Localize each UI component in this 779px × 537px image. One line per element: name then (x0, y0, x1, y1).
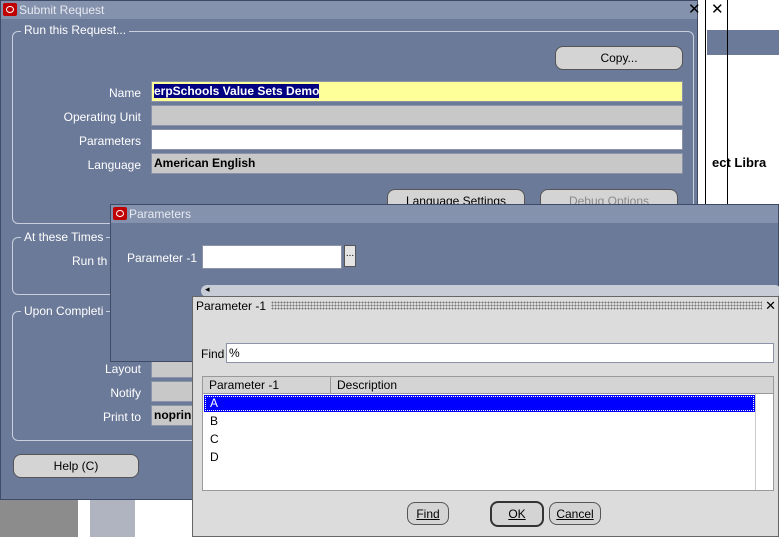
find-input[interactable]: % (226, 343, 774, 363)
help-button[interactable]: Help (C) (13, 454, 139, 478)
column-divider (330, 377, 331, 394)
lov-title: Parameter -1 (196, 299, 267, 313)
background-divider (705, 0, 706, 215)
upon-completion-title: Upon Completi (21, 304, 107, 318)
submit-request-titlebar: Submit Request (1, 1, 697, 19)
lov-results-table: Parameter -1 Description A B C D (202, 376, 774, 491)
lov-dialog: Parameter -1 ✕ Find % Parameter -1 Descr… (192, 296, 779, 537)
parameters-field[interactable] (151, 129, 683, 150)
ok-button[interactable]: OK (490, 501, 544, 527)
lov-titlebar: Parameter -1 ✕ (193, 297, 778, 315)
column-header-parameter[interactable]: Parameter -1 (209, 378, 279, 392)
parameters-label: Parameters (78, 134, 141, 148)
oracle-icon (3, 3, 17, 16)
titlebar-pattern (271, 301, 762, 310)
close-icon[interactable]: ✕ (688, 2, 701, 17)
vertical-scrollbar[interactable] (755, 394, 773, 490)
language-label: Language (87, 158, 141, 172)
lov-button[interactable]: ... (344, 245, 356, 267)
parameter-1-field[interactable] (202, 245, 342, 269)
table-row[interactable]: A (204, 395, 755, 412)
close-icon[interactable]: ✕ (765, 298, 776, 313)
parameters-titlebar: Parameters (111, 205, 778, 223)
scroll-left-icon[interactable]: ◂ (205, 284, 210, 295)
language-field[interactable]: American English (151, 153, 683, 174)
cancel-button[interactable]: Cancel (549, 502, 601, 525)
run-label: Run th (72, 254, 108, 268)
layout-label: Layout (104, 362, 141, 376)
name-field[interactable]: erpSchools Value Sets Demo (151, 81, 683, 102)
at-these-times-title: At these Times (21, 230, 107, 244)
window-title: Submit Request (19, 3, 105, 17)
print-to-label: Print to (102, 410, 141, 424)
table-header: Parameter -1 Description (203, 377, 773, 394)
parameters-window-title: Parameters (129, 207, 192, 221)
name-value: erpSchools Value Sets Demo (154, 84, 320, 98)
find-button[interactable]: Find (407, 502, 449, 525)
operating-unit-label: Operating Unit (63, 110, 141, 124)
table-row[interactable]: C (204, 431, 755, 448)
oracle-icon (113, 207, 127, 220)
table-row[interactable]: B (204, 413, 755, 430)
copy-button[interactable]: Copy... (555, 46, 683, 70)
background-block (90, 500, 135, 537)
column-header-description[interactable]: Description (337, 378, 397, 392)
run-request-group-title: Run this Request... (21, 23, 130, 37)
background-partial-text: ect Libra (712, 155, 767, 170)
close-icon[interactable]: ✕ (711, 2, 724, 17)
operating-unit-field[interactable] (151, 105, 683, 126)
name-label: Name (108, 86, 141, 100)
background-toolbar-band (707, 30, 779, 55)
find-label: Find (201, 347, 225, 361)
background-divider (727, 0, 728, 215)
notify-label: Notify (110, 386, 141, 400)
parameter-1-label: Parameter -1 (126, 251, 197, 265)
background-block (0, 500, 78, 537)
table-row[interactable]: D (204, 449, 755, 466)
